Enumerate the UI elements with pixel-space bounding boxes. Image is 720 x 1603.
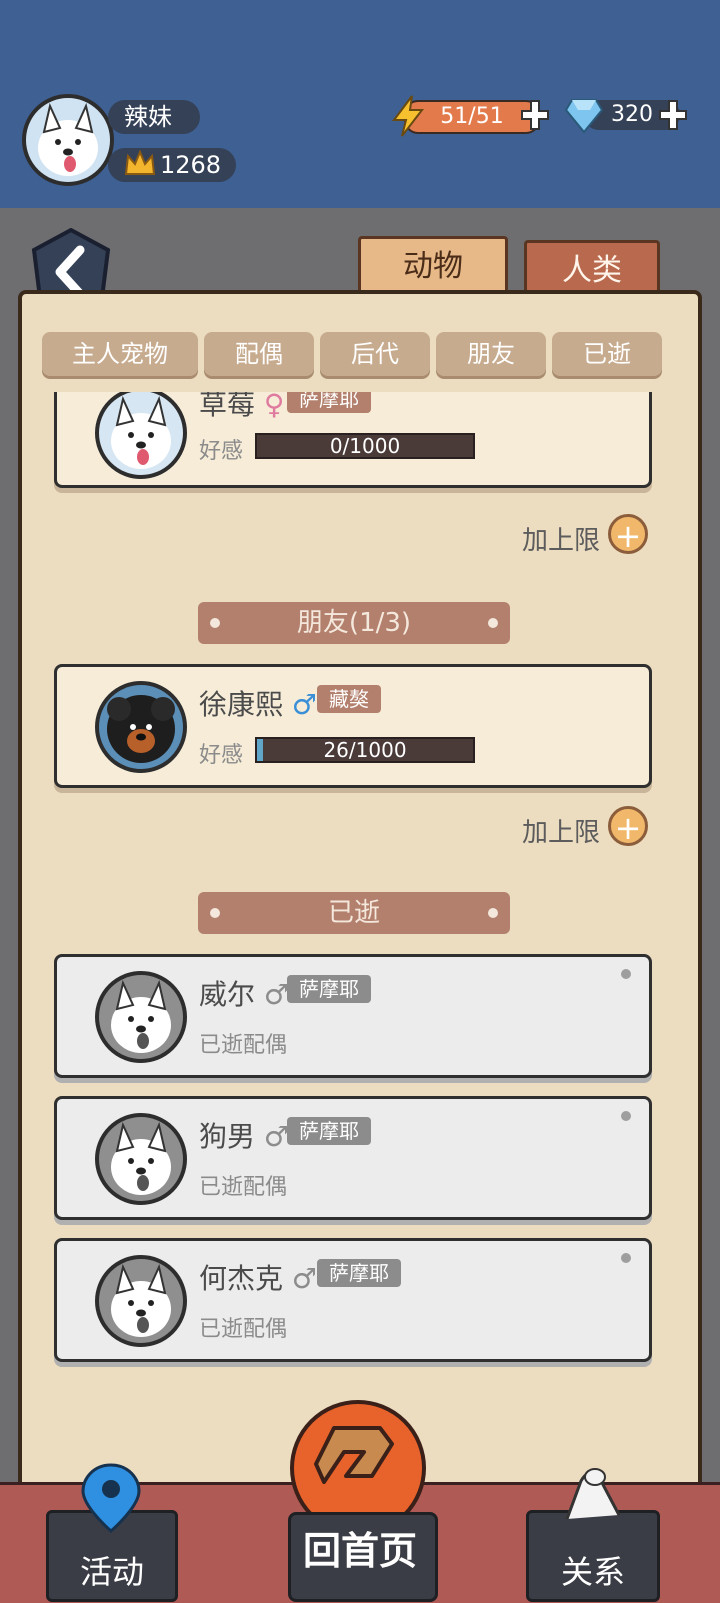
breed-badge: 萨摩耶 <box>287 392 371 413</box>
plus-icon: + <box>614 517 642 555</box>
pet-avatar <box>95 392 187 479</box>
pet-avatar <box>95 1255 187 1347</box>
subtab-label: 已逝 <box>583 340 631 368</box>
location-pin-icon <box>79 1463 143 1533</box>
affinity-fill <box>257 739 263 761</box>
friends-title-text: 朋友(1/3) <box>296 608 412 638</box>
corner-dot <box>621 969 631 979</box>
samoyed-portrait-icon <box>111 395 171 469</box>
nav-home-button[interactable]: 回首页 <box>282 1400 438 1602</box>
deceased-title-text: 已逝 <box>327 898 380 928</box>
pet-name: 徐康熙 ♂ <box>199 688 318 721</box>
add-diamond-button[interactable] <box>658 98 688 132</box>
plus-icon: + <box>614 809 642 847</box>
add-max-label: 加上限 <box>522 526 601 556</box>
paw-handshake-icon <box>559 1463 629 1523</box>
lightning-icon <box>390 94 426 138</box>
player-name-pill: 辣妹 <box>108 100 200 134</box>
affinity-bar: 26/1000 <box>255 737 475 763</box>
subtab-label: 主人宠物 <box>72 340 168 368</box>
pet-name: 狗男 ♂ <box>199 1120 290 1153</box>
nav-activity-label: 活动 <box>79 1553 144 1591</box>
subtab-label: 后代 <box>351 340 399 368</box>
samoyed-portrait-icon <box>111 1121 171 1195</box>
deceased-section-title: 已逝 <box>198 892 510 934</box>
samoyed-portrait-icon <box>111 1263 171 1337</box>
pet-name: 何杰克 ♂ <box>199 1262 318 1295</box>
subtab-label: 配偶 <box>235 340 283 368</box>
samoyed-portrait-icon <box>111 979 171 1053</box>
pet-name: 草莓 ♀ <box>199 392 284 423</box>
subtab-offspring[interactable]: 后代 <box>320 332 430 376</box>
affinity-value: 26/1000 <box>323 738 407 762</box>
player-avatar[interactable] <box>22 94 114 186</box>
male-icon: ♂ <box>263 1120 290 1153</box>
status-text: 已逝配偶 <box>199 1175 288 1200</box>
affinity-bar: 0/1000 <box>255 433 475 459</box>
male-icon: ♂ <box>263 978 290 1011</box>
female-icon: ♀ <box>263 392 285 421</box>
subtab-label: 朋友 <box>467 340 515 368</box>
nav-activity-button[interactable]: 活动 <box>46 1463 178 1602</box>
affinity-value: 0/1000 <box>329 434 401 458</box>
tab-animals-label: 动物 <box>403 249 463 284</box>
male-icon: ♂ <box>291 1262 318 1295</box>
list-item[interactable]: 威尔 ♂ 萨摩耶 已逝配偶 <box>54 954 652 1078</box>
breed-badge: 藏獒 <box>317 685 381 713</box>
affinity-label: 好感 <box>199 439 244 464</box>
list-item[interactable]: 徐康熙 ♂ 藏獒 好感 26/1000 <box>54 664 652 788</box>
pet-avatar <box>95 1113 187 1205</box>
tab-animals[interactable]: 动物 <box>358 236 508 294</box>
add-max-button[interactable]: + <box>608 806 648 847</box>
subtab-friends[interactable]: 朋友 <box>436 332 546 376</box>
nav-relations-label: 关系 <box>560 1553 625 1591</box>
corner-dot <box>621 1111 631 1121</box>
nav-home-label: 回首页 <box>302 1529 417 1573</box>
breed-badge: 萨摩耶 <box>287 975 371 1003</box>
subtab-deceased[interactable]: 已逝 <box>552 332 662 376</box>
male-icon: ♂ <box>291 688 318 721</box>
corner-dot <box>621 1253 631 1263</box>
pet-avatar <box>95 971 187 1063</box>
tab-humans-label: 人类 <box>562 253 622 288</box>
list-item[interactable]: 何杰克 ♂ 萨摩耶 已逝配偶 <box>54 1238 652 1362</box>
relations-list[interactable]: 草莓 ♀ 萨摩耶 好感 0/1000 加上限 + 朋友(1/3) 徐康熙 ♂ 藏… <box>22 392 698 1480</box>
crown-icon <box>122 146 158 182</box>
pet-name: 威尔 ♂ <box>199 978 290 1011</box>
add-max-button[interactable]: + <box>608 514 648 555</box>
plus-icon <box>659 100 687 130</box>
subtab-spouse[interactable]: 配偶 <box>204 332 314 376</box>
affinity-label: 好感 <box>199 743 244 768</box>
pet-avatar <box>95 681 187 773</box>
status-text: 已逝配偶 <box>199 1033 288 1058</box>
energy-value: 51/51 <box>440 104 504 129</box>
nav-relations-button[interactable]: 关系 <box>526 1468 660 1602</box>
crown-score: 1268 <box>160 151 222 179</box>
list-item[interactable]: 狗男 ♂ 萨摩耶 已逝配偶 <box>54 1096 652 1220</box>
plus-icon <box>521 100 549 130</box>
friends-section-title: 朋友(1/3) <box>198 602 510 644</box>
breed-badge: 萨摩耶 <box>287 1117 371 1145</box>
status-text: 已逝配偶 <box>199 1317 288 1342</box>
samoyed-portrait-icon <box>38 102 98 176</box>
add-max-label: 加上限 <box>522 818 601 848</box>
player-name: 辣妹 <box>124 103 172 131</box>
subtab-master-pet[interactable]: 主人宠物 <box>42 332 198 376</box>
list-item[interactable]: 草莓 ♀ 萨摩耶 好感 0/1000 <box>54 392 652 488</box>
mastiff-portrait-icon <box>107 695 175 763</box>
diamond-icon <box>564 96 604 134</box>
breed-badge: 萨摩耶 <box>317 1259 401 1287</box>
add-energy-button[interactable] <box>520 98 550 132</box>
diamond-count: 320 <box>611 102 653 127</box>
